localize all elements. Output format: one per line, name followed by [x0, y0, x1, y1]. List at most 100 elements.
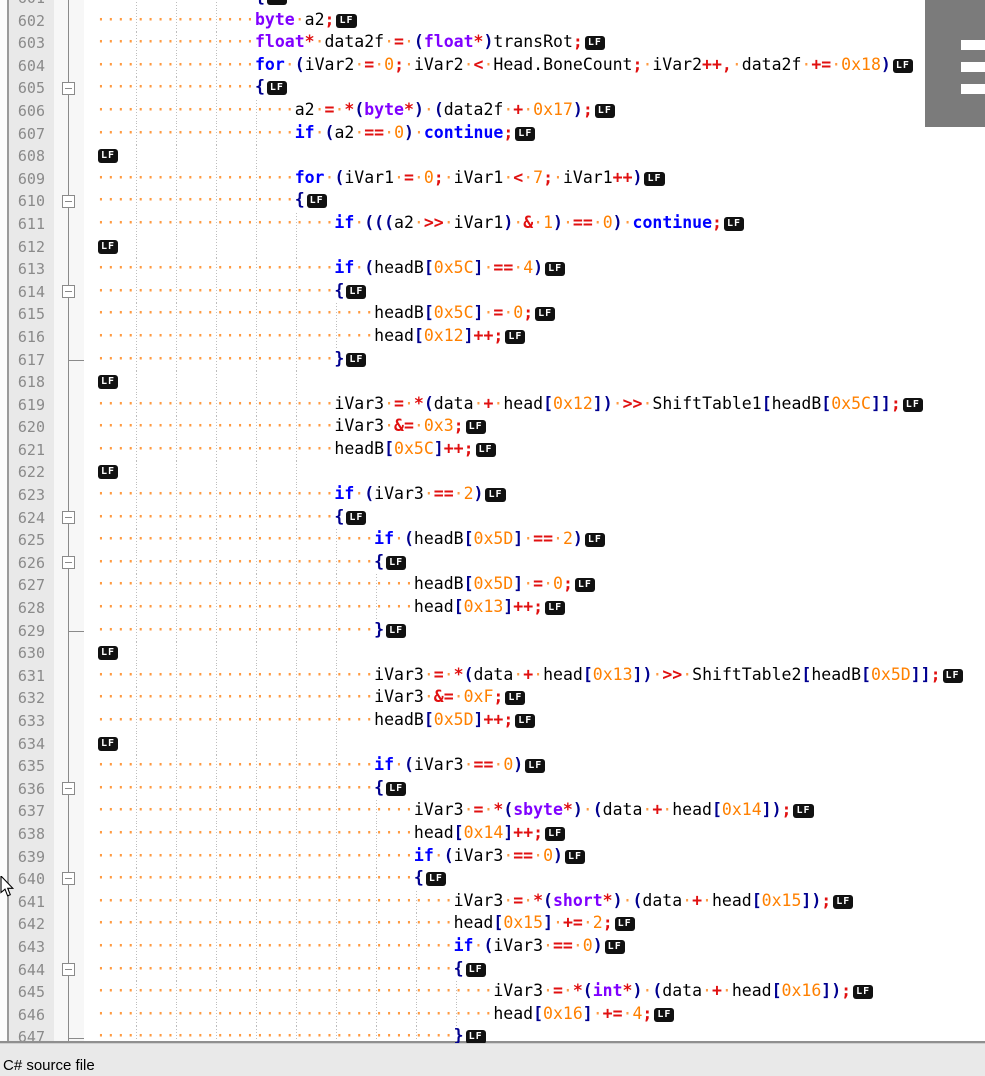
- code-text-area[interactable]: ························{LF: [84, 280, 985, 304]
- code-text-area[interactable]: ····························head[0x12]++…: [84, 325, 985, 349]
- fold-collapse-icon[interactable]: [62, 194, 75, 208]
- code-line: 641 ····································i…: [0, 890, 985, 914]
- code-text-area[interactable]: ········································…: [84, 981, 985, 1004]
- code-line: 624 ························{LF: [0, 506, 985, 530]
- code-editor[interactable]: 601 ················{LF 602 ···············…: [0, 0, 985, 1043]
- code-text-area[interactable]: ········································…: [84, 1003, 985, 1027]
- code-text-area[interactable]: ································headB[0x…: [84, 574, 985, 598]
- fold-line: [68, 642, 69, 665]
- code-text-area[interactable]: ····························if·(headB[0x…: [84, 529, 985, 552]
- code-text-area[interactable]: ····································head…: [84, 913, 985, 936]
- code-text-area[interactable]: ····························iVar3·&=·0xF…: [84, 687, 985, 710]
- eol-mark: LF: [485, 488, 506, 503]
- eol-mark: LF: [942, 668, 963, 683]
- fold-margin: [54, 325, 84, 349]
- bookmark-margin: [0, 325, 9, 349]
- fold-collapse-icon[interactable]: [62, 782, 75, 796]
- code-text-area[interactable]: LF: [84, 642, 985, 665]
- code-text-area[interactable]: ································head[0x1…: [84, 822, 985, 846]
- fold-collapse-icon[interactable]: [62, 962, 75, 976]
- code-text-area[interactable]: ························if·(((a2·>>·iVar…: [84, 212, 985, 236]
- code-content: ········································…: [84, 981, 985, 1000]
- fold-line: [68, 755, 69, 778]
- code-content: ····················if·(a2·==·0)·continu…: [84, 123, 985, 142]
- code-text-area[interactable]: ····························headB[0x5D]+…: [84, 710, 985, 733]
- code-text-area[interactable]: ····························{LF: [84, 777, 985, 801]
- code-text-area[interactable]: ····························} LF: [84, 619, 985, 643]
- code-text-area[interactable]: ················{LF: [84, 77, 985, 100]
- line-number: 611: [9, 212, 54, 236]
- code-text-area[interactable]: LF: [84, 461, 985, 485]
- code-text-area[interactable]: ························iVar3·&=·0x3; LF: [84, 416, 985, 439]
- code-text-area[interactable]: ························} LF: [84, 348, 985, 372]
- eol-mark: LF: [98, 149, 119, 164]
- code-text-area[interactable]: ················for·(iVar2·=·0;·iVar2·<·…: [84, 54, 985, 78]
- eol-mark: LF: [584, 36, 605, 51]
- eol-mark: LF: [584, 533, 605, 548]
- code-text-area[interactable]: ····························iVar3·=·*(da…: [84, 664, 985, 688]
- code-text-area[interactable]: ················float*·data2f·=·(float*)…: [84, 32, 985, 55]
- code-text-area[interactable]: ····································{LF: [84, 958, 985, 982]
- fold-margin: [54, 77, 84, 100]
- code-line: 640 ································{LF: [0, 868, 985, 891]
- code-text-area[interactable]: ····································} LF: [84, 1026, 985, 1043]
- code-text-area[interactable]: ························{LF: [84, 506, 985, 530]
- code-text-area[interactable]: LF: [84, 732, 985, 756]
- bookmark-margin: [0, 687, 9, 710]
- code-line: 644 ····································{…: [0, 958, 985, 982]
- code-text-area[interactable]: LF: [84, 145, 985, 168]
- code-content: ················{LF: [84, 0, 985, 6]
- code-content: ····························headB[0x5D]+…: [84, 710, 985, 729]
- code-text-area[interactable]: ························iVar3·=·*(data·+…: [84, 393, 985, 417]
- code-text-area[interactable]: ····················for·(iVar1·=·0;·iVar…: [84, 167, 985, 191]
- bookmark-margin: [0, 280, 9, 304]
- line-number: 642: [9, 913, 54, 936]
- code-line: 626 ····························{LF: [0, 551, 985, 575]
- code-text-area[interactable]: LF: [84, 235, 985, 259]
- code-text-area[interactable]: ························if·(iVar3·==·2) L…: [84, 484, 985, 507]
- code-text-area[interactable]: ····················a2·=·*(byte*)·(data2…: [84, 99, 985, 123]
- eol-mark: LF: [564, 849, 585, 864]
- fold-collapse-icon[interactable]: [62, 556, 75, 570]
- code-text-area[interactable]: ················{LF: [84, 0, 985, 10]
- code-content: ························if·(headB[0x5C]·…: [84, 258, 985, 277]
- code-line: 617 ························} LF: [0, 348, 985, 372]
- code-text-area[interactable]: ····························if·(iVar3·==…: [84, 755, 985, 778]
- line-number: 603: [9, 32, 54, 55]
- code-text-area[interactable]: ························if·(headB[0x5C]·…: [84, 258, 985, 281]
- code-text-area[interactable]: ····················if·(a2·==·0)·continu…: [84, 122, 985, 146]
- code-content: ························iVar3·&=·0x3; LF: [84, 416, 985, 435]
- fold-collapse-icon[interactable]: [62, 872, 75, 886]
- code-text-area[interactable]: ····································iVar…: [84, 890, 985, 914]
- fold-line: [68, 0, 69, 10]
- code-text-area[interactable]: ····························headB[0x5C]·…: [84, 303, 985, 326]
- code-content: ····························{LF: [84, 552, 985, 571]
- bookmark-margin: [0, 755, 9, 778]
- code-text-area[interactable]: LF: [84, 371, 985, 394]
- minus-icon: [65, 562, 72, 564]
- eol-mark: LF: [98, 646, 119, 661]
- code-text-area[interactable]: ····································if·(…: [84, 935, 985, 959]
- fold-collapse-icon[interactable]: [62, 81, 75, 95]
- bookmark-margin: [0, 822, 9, 846]
- line-number: 643: [9, 935, 54, 959]
- code-text-area[interactable]: ····························{LF: [84, 551, 985, 575]
- code-text-area[interactable]: ················byte·a2; LF: [84, 9, 985, 33]
- code-line: 628 ································head[…: [0, 597, 985, 620]
- code-text-area[interactable]: ························headB[0x5C]++; LF: [84, 438, 985, 462]
- bookmark-margin: [0, 529, 9, 552]
- code-text-area[interactable]: ································{LF: [84, 868, 985, 891]
- code-text-area[interactable]: ····················{LF: [84, 190, 985, 213]
- code-text-area[interactable]: ································if·(iVar…: [84, 845, 985, 869]
- code-text-area[interactable]: ································iVar3·=·…: [84, 800, 985, 823]
- eol-mark: LF: [425, 872, 446, 887]
- fold-margin: [54, 777, 84, 801]
- bookmark-margin: [0, 642, 9, 665]
- code-line: 642 ····································h…: [0, 913, 985, 936]
- eol-mark: LF: [545, 601, 566, 616]
- menu-button[interactable]: [925, 0, 985, 127]
- fold-collapse-icon[interactable]: [62, 285, 75, 299]
- code-line: 606 ····················a2·=·*(byte*)·(da…: [0, 99, 985, 123]
- code-text-area[interactable]: ································head[0x1…: [84, 597, 985, 620]
- fold-collapse-icon[interactable]: [62, 510, 75, 524]
